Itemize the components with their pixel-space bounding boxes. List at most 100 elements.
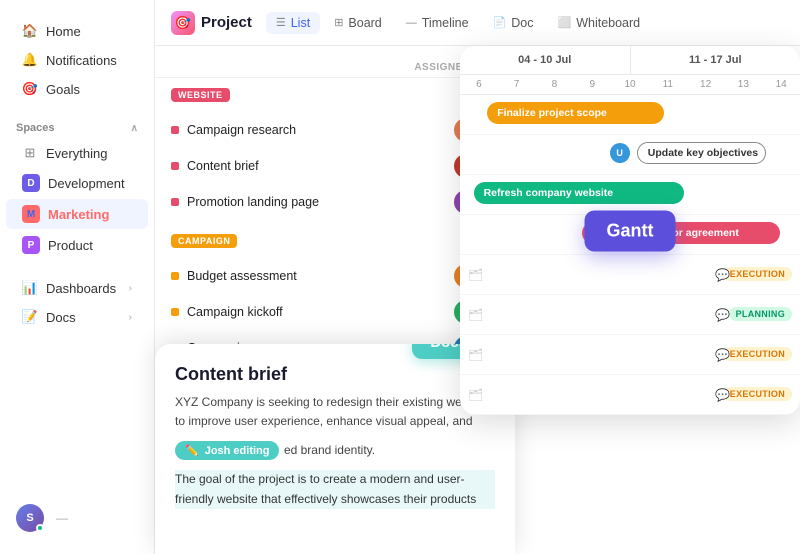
josh-editing-badge: ✏️ Josh editing	[175, 441, 279, 460]
target-icon: 🎯	[22, 81, 38, 97]
sidebar-item-everything[interactable]: ⊞ Everything	[6, 139, 148, 167]
home-icon: 🏠	[22, 23, 38, 39]
planning-badge: PLANNING	[729, 307, 792, 321]
doc-icon: 📄	[493, 16, 507, 29]
marketing-dot: M	[22, 205, 40, 223]
sidebar-item-label: Everything	[46, 146, 107, 161]
sidebar-item-label: Docs	[46, 310, 76, 325]
spaces-section: Spaces ∧	[0, 112, 154, 138]
gantt-bar-objectives: Update key objectives	[637, 142, 766, 164]
website-badge: WEBSITE	[171, 88, 230, 102]
comment-icon: 💬	[715, 268, 730, 282]
campaign-badge: CAMPAIGN	[171, 234, 237, 248]
comment-icon: 💬	[715, 308, 730, 322]
file-icon: 🗂	[468, 348, 483, 362]
sidebar: 🏠 Home 🔔 Notifications 🎯 Goals Spaces ∧ …	[0, 0, 155, 554]
project-icon: 🎯	[171, 11, 195, 35]
sidebar-item-label: Development	[48, 176, 125, 191]
sidebar-item-notifications[interactable]: 🔔 Notifications	[6, 46, 148, 74]
gantt-card-header: 04 - 10 Jul 11 - 17 Jul	[460, 46, 800, 75]
tab-board[interactable]: ⊞ Board	[324, 12, 392, 34]
development-dot: D	[22, 174, 40, 192]
task-row[interactable]: Campaign research A	[155, 112, 494, 148]
sidebar-bottom: S —	[0, 498, 155, 538]
gantt-days-row: 6 7 8 9 10 11 12 13 14	[460, 75, 800, 95]
docs-card-title: Content brief	[175, 364, 495, 385]
tab-timeline[interactable]: — Timeline	[396, 12, 479, 34]
sidebar-item-label: Marketing	[48, 207, 109, 222]
project-title: 🎯 Project	[171, 11, 252, 35]
gantt-row-6: 🗂 PLANNING 💬	[460, 295, 800, 335]
sidebar-item-label: Notifications	[46, 53, 117, 68]
topnav: 🎯 Project ☰ List ⊞ Board — Timeline 📄 Do…	[155, 0, 800, 46]
sidebar-item-label: Dashboards	[46, 281, 116, 296]
sidebar-item-product[interactable]: P Product	[6, 230, 148, 260]
section-campaign: CAMPAIGN	[155, 228, 494, 254]
gantt-card: 04 - 10 Jul 11 - 17 Jul 6 7 8 9 10 11 12…	[460, 46, 800, 415]
gantt-bar-finalize: Finalize project scope	[487, 102, 664, 124]
section-website: WEBSITE	[155, 82, 494, 108]
chevron-icon: ∧	[131, 123, 138, 134]
gantt-row-5: 🗂 EXECUTION 💬	[460, 255, 800, 295]
user-avatar-wrap: S	[16, 504, 44, 532]
file-icon: 🗂	[468, 268, 483, 282]
task-row[interactable]: Promotion landing page C	[155, 184, 494, 220]
docs-text-suffix: ed brand identity.	[284, 443, 375, 457]
sidebar-item-label: Product	[48, 238, 93, 253]
sidebar-item-development[interactable]: D Development	[6, 168, 148, 198]
comment-icon: 💬	[715, 388, 730, 402]
board-icon: ⊞	[334, 16, 343, 29]
tab-list[interactable]: ☰ List	[266, 12, 320, 34]
gantt-row-7: 🗂 EXECUTION 💬	[460, 335, 800, 375]
product-dot: P	[22, 236, 40, 254]
sidebar-item-docs[interactable]: 📝 Docs ›	[6, 303, 148, 331]
file-icon: 🗂	[468, 388, 483, 402]
sidebar-item-home[interactable]: 🏠 Home	[6, 17, 148, 45]
timeline-icon: —	[406, 17, 417, 29]
task-dot	[171, 162, 179, 170]
file-icon: 🗂	[468, 308, 483, 322]
task-row[interactable]: Content brief B	[155, 148, 494, 184]
gantt-row-3: Refresh company website	[460, 175, 800, 215]
bell-icon: 🔔	[22, 52, 38, 68]
user-row: S —	[12, 498, 143, 538]
grid-icon: ⊞	[22, 145, 38, 161]
user-menu-dash: —	[56, 511, 68, 525]
sidebar-item-marketing[interactable]: M Marketing	[6, 199, 148, 229]
docs-icon: 📝	[22, 309, 38, 325]
task-dot	[171, 308, 179, 316]
sidebar-item-label: Goals	[46, 82, 80, 97]
gantt-bar-website: Refresh company website	[474, 182, 685, 204]
gantt-tooltip: Gantt	[585, 210, 676, 251]
whiteboard-icon: ⬜	[557, 16, 571, 29]
sidebar-item-dashboards[interactable]: 📊 Dashboards ›	[6, 274, 148, 302]
dashboard-icon: 📊	[22, 280, 38, 296]
gantt-week-left: 04 - 10 Jul	[460, 46, 631, 74]
gantt-row-1: Finalize project scope	[460, 95, 800, 135]
tab-doc[interactable]: 📄 Doc	[483, 12, 544, 34]
josh-editing-row: ✏️ Josh editing ed brand identity.	[175, 435, 495, 466]
task-row[interactable]: Campaign kickoff E	[155, 294, 494, 330]
task-dot	[171, 272, 179, 280]
execution-badge: EXECUTION	[723, 267, 792, 281]
gantt-row-8: 🗂 EXECUTION 💬	[460, 375, 800, 415]
pencil-icon: ✏️	[185, 444, 199, 457]
task-dot	[171, 198, 179, 206]
chevron-right-icon2: ›	[129, 312, 132, 323]
tab-whiteboard[interactable]: ⬜ Whiteboard	[547, 12, 650, 34]
task-dot	[171, 126, 179, 134]
column-headers: ASSIGNEE	[155, 58, 494, 78]
execution-badge: EXECUTION	[723, 347, 792, 361]
docs-text-highlight: The goal of the project is to create a m…	[175, 470, 495, 508]
online-dot	[36, 524, 44, 532]
gantt-week-right: 11 - 17 Jul	[631, 46, 800, 74]
gantt-avatar: U	[610, 143, 630, 163]
docs-text-1: XYZ Company is seeking to redesign their…	[175, 393, 495, 431]
chevron-right-icon: ›	[129, 283, 132, 294]
sidebar-item-goals[interactable]: 🎯 Goals	[6, 75, 148, 103]
comment-icon: 💬	[715, 348, 730, 362]
task-row[interactable]: Budget assessment D	[155, 258, 494, 294]
sidebar-item-label: Home	[46, 24, 81, 39]
list-icon: ☰	[276, 16, 286, 29]
execution-badge: EXECUTION	[723, 387, 792, 401]
